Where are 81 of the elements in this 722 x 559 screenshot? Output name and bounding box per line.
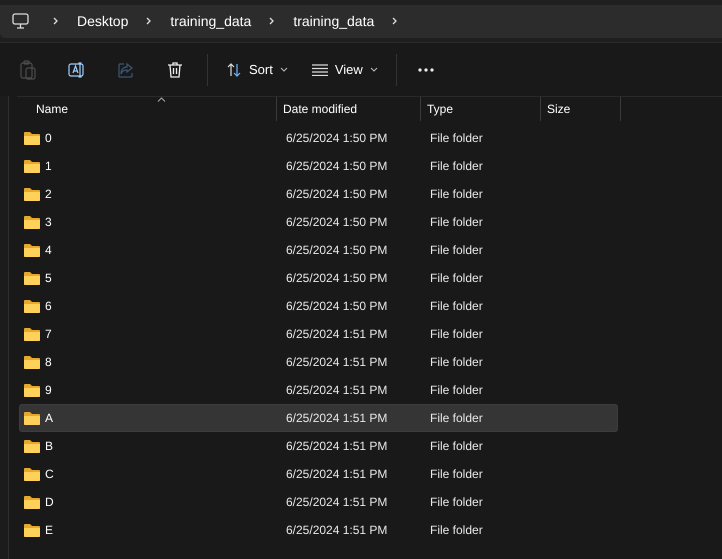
date-cell-text: 6/25/2024 1:51 PM [285,523,388,537]
type-cell-text: File folder [429,355,484,369]
file-name: E [45,523,54,537]
folder-icon [24,327,40,341]
column-header[interactable]: Type [421,97,541,121]
clipboard-icon [20,60,36,80]
type-cell-text: File folder [429,439,484,453]
date-cell-text: 6/25/2024 1:51 PM [285,327,388,341]
file-name: 1 [45,159,52,173]
file-name: 6 [45,299,52,313]
column-header[interactable]: Name [17,97,277,121]
folder-icon [24,411,40,425]
folder-icon [24,467,40,481]
folder-icon [24,243,40,257]
file-name: 3 [45,215,52,229]
caret-icon [370,67,378,72]
more-icon [418,68,434,72]
list-view-icon [312,64,328,76]
trash-icon [167,60,183,78]
type-cell-text: File folder [429,327,484,341]
file-name: 4 [45,243,52,257]
folder-icon [24,215,40,229]
caret-icon [280,67,288,72]
type-cell-text: File folder [429,159,484,173]
date-cell-text: 6/25/2024 1:50 PM [285,131,388,145]
folder-icon [24,355,40,369]
view-button[interactable]: View [304,52,386,88]
file-name: C [45,467,54,481]
file-name: D [45,495,54,509]
type-cell-text: File folder [429,467,484,481]
folder-icon [24,495,40,509]
folder-icon [24,523,40,537]
type-cell-text: File folder [429,243,484,257]
date-cell-text: 6/25/2024 1:51 PM [285,439,388,453]
file-name: 8 [45,355,52,369]
column-header[interactable]: Date modified [277,97,421,121]
breadcrumb-item[interactable]: training_data [158,13,264,29]
folder-icon [24,299,40,313]
folder-icon [24,271,40,285]
file-row[interactable]: A 6/25/2024 1:51 PM File folder [19,404,618,432]
date-cell-text: 6/25/2024 1:51 PM [285,495,388,509]
file-name: 5 [45,271,52,285]
type-cell-text: File folder [429,411,484,425]
computer-icon [12,13,29,29]
file-name: 7 [45,327,52,341]
rename-icon [68,60,86,78]
folder-icon [24,383,40,397]
date-cell-text: 6/25/2024 1:51 PM [285,383,388,397]
type-cell-text: File folder [429,187,484,201]
date-cell-text: 6/25/2024 1:51 PM [285,467,388,481]
date-cell-text: 6/25/2024 1:51 PM [285,355,388,369]
type-cell-text: File folder [429,299,484,313]
address-bar[interactable]: Desktop training_data training_data [0,4,722,38]
file-name: B [45,439,54,453]
date-cell-text: 6/25/2024 1:50 PM [285,299,388,313]
type-cell-text: File folder [429,131,484,145]
date-cell-text: 6/25/2024 1:50 PM [285,271,388,285]
breadcrumb-item[interactable]: training_data [281,13,386,29]
date-cell-text: 6/25/2024 1:51 PM [285,411,388,425]
type-cell-text: File folder [429,271,484,285]
file-name: 9 [45,383,52,397]
type-cell-text: File folder [429,495,484,509]
breadcrumb-item[interactable]: Desktop [65,13,140,29]
folder-icon [24,187,40,201]
folder-icon [24,439,40,453]
sort-icon [226,62,242,78]
date-cell-text: 6/25/2024 1:50 PM [285,215,388,229]
date-cell-text: 6/25/2024 1:50 PM [285,159,388,173]
file-name: 0 [45,131,52,145]
sort-button[interactable]: Sort [218,52,296,88]
column-header[interactable]: Size [541,97,621,121]
share-icon [117,60,135,78]
date-cell-text: 6/25/2024 1:50 PM [285,243,388,257]
type-cell-text: File folder [429,383,484,397]
type-cell-text: File folder [429,215,484,229]
file-name: 2 [45,187,52,201]
date-cell-text: 6/25/2024 1:50 PM [285,187,388,201]
folder-icon [24,131,40,145]
folder-icon [24,159,40,173]
file-name: A [45,411,54,425]
type-cell-text: File folder [429,523,484,537]
